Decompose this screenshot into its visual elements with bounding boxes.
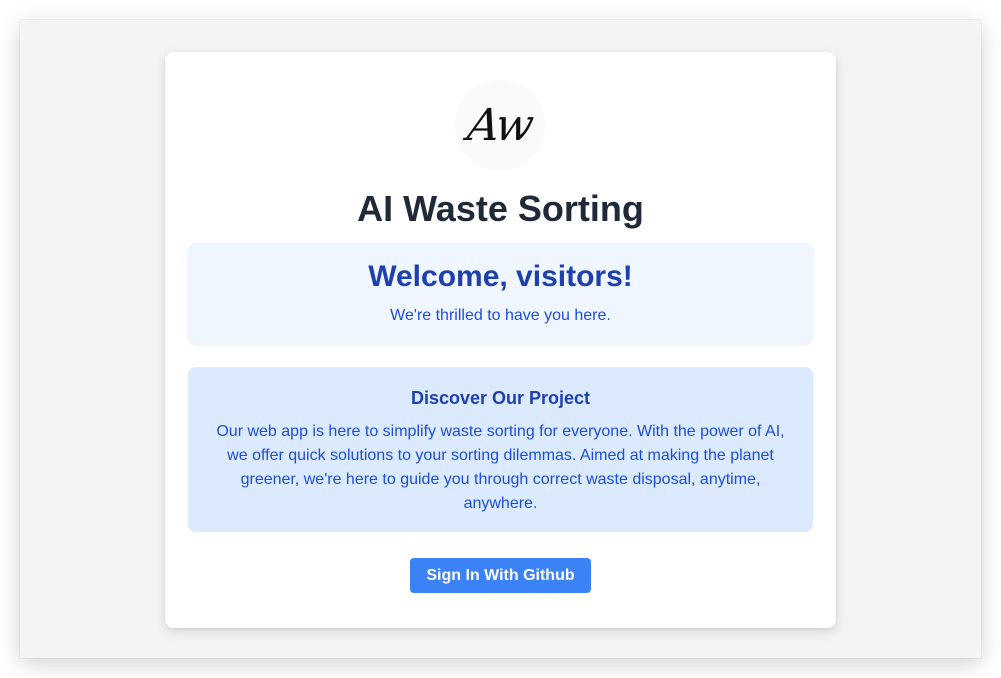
discover-panel: Discover Our Project Our web app is here… [188,367,813,532]
page-title: AI Waste Sorting [357,188,644,229]
discover-description: Our web app is here to simplify waste so… [216,423,785,512]
logo-text: Aw [464,99,536,151]
sign-in-github-button[interactable]: Sign In With Github [410,558,591,593]
discover-heading: Discover Our Project [410,388,591,408]
welcome-panel: Welcome, visitors! We're thrilled to hav… [188,243,813,344]
app-window: Aw AI Waste Sorting Welcome, visitors! W… [20,20,981,658]
welcome-subtext: We're thrilled to have you here. [390,307,611,324]
welcome-heading: Welcome, visitors! [368,260,633,293]
main-card: Aw AI Waste Sorting Welcome, visitors! W… [165,52,836,628]
app-logo: Aw [455,80,545,170]
